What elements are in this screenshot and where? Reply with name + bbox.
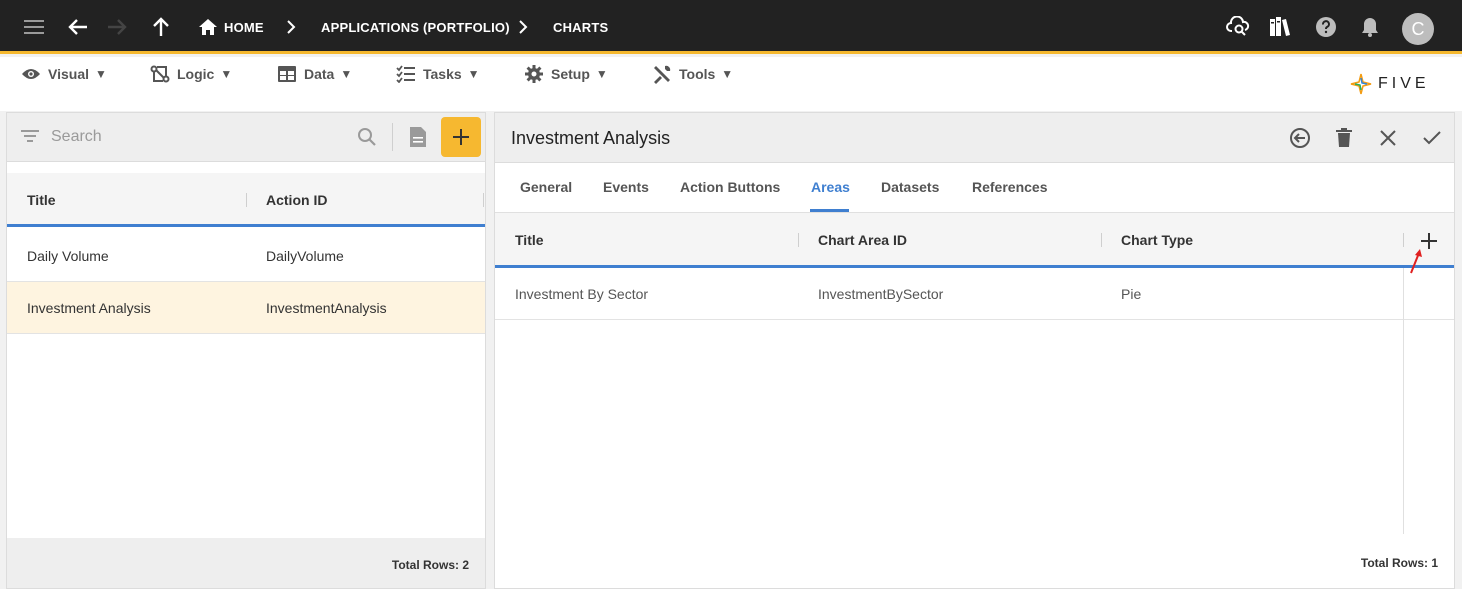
caret-down-icon: ▼ (95, 67, 107, 81)
save-check-icon[interactable] (1420, 126, 1444, 150)
column-divider[interactable] (483, 193, 484, 207)
breadcrumb-applications[interactable]: APPLICATIONS (PORTFOLIO) (321, 20, 510, 35)
five-logo: FIVE (1350, 73, 1430, 95)
menu-bar: Visual ▼ Logic ▼ Data ▼ Tasks ▼ Setup ▼ … (0, 57, 1462, 111)
caret-down-icon: ▼ (467, 67, 480, 81)
five-logo-mark (1350, 73, 1372, 95)
total-rows: Total Rows: 1 (1360, 556, 1438, 570)
menu-logic-label: Logic (177, 66, 215, 82)
column-divider[interactable] (798, 233, 799, 247)
caret-down-icon: ▼ (220, 67, 233, 81)
forward-arrow-icon[interactable] (105, 15, 129, 39)
logo-text: FIVE (1378, 75, 1430, 92)
avatar[interactable]: C (1402, 13, 1434, 45)
help-icon[interactable] (1314, 15, 1338, 39)
column-header-chart-area-id[interactable]: Chart Area ID (818, 232, 907, 248)
page-title: Investment Analysis (511, 128, 671, 148)
caret-down-icon: ▼ (340, 67, 353, 81)
checklist-icon (396, 65, 415, 83)
menu-tasks[interactable]: Tasks ▼ (396, 63, 480, 85)
menu-icon[interactable] (22, 15, 46, 39)
column-header-title[interactable]: Title (515, 232, 544, 248)
menu-visual[interactable]: Visual ▼ (21, 63, 107, 85)
back-arrow-icon[interactable] (66, 15, 90, 39)
menu-setup-label: Setup (551, 66, 590, 82)
cell-chart-area-id: InvestmentBySector (818, 286, 944, 302)
breadcrumb-charts[interactable]: CHARTS (553, 20, 608, 35)
menu-visual-label: Visual (48, 66, 89, 82)
chevron-right-icon (279, 15, 303, 39)
chevron-right-icon (511, 15, 535, 39)
column-header-title[interactable]: Title (27, 192, 56, 208)
revert-icon[interactable] (1288, 126, 1312, 150)
column-divider[interactable] (1403, 233, 1404, 247)
areas-grid-header: Title Chart Area ID Chart Type (495, 213, 1454, 274)
tab-general[interactable]: General (520, 179, 572, 195)
cell-title: Daily Volume (27, 248, 109, 264)
tab-references[interactable]: References (972, 179, 1048, 195)
left-list-panel: Title Action ID Daily Volume DailyVolume… (6, 112, 486, 589)
detail-header: Investment Analysis (495, 113, 1454, 163)
search-bar (7, 113, 485, 162)
bell-icon[interactable] (1358, 15, 1382, 39)
library-icon[interactable] (1268, 15, 1292, 39)
menu-data-label: Data (304, 66, 335, 82)
column-divider[interactable] (1101, 233, 1102, 247)
caret-down-icon: ▼ (721, 67, 734, 81)
search-icon[interactable] (357, 127, 377, 152)
tools-icon (654, 65, 671, 84)
gear-icon (525, 65, 543, 83)
tab-datasets[interactable]: Datasets (881, 179, 939, 195)
breadcrumb-home[interactable]: HOME (224, 20, 264, 35)
list-footer: Total Rows: 2 (7, 538, 485, 588)
logic-icon (150, 65, 170, 83)
cell-title: Investment Analysis (27, 300, 151, 316)
areas-footer: Total Rows: 1 (495, 538, 1454, 588)
caret-down-icon: ▼ (595, 67, 608, 81)
tab-bar: General Events Action Buttons Areas Data… (495, 163, 1454, 213)
document-icon[interactable] (407, 125, 429, 149)
search-input[interactable] (51, 126, 341, 148)
menu-tasks-label: Tasks (423, 66, 462, 82)
cell-title: Investment By Sector (515, 286, 649, 302)
table-row-selected[interactable]: Investment Analysis InvestmentAnalysis (7, 282, 485, 334)
divider (392, 123, 393, 151)
column-divider (1403, 268, 1404, 534)
filter-icon[interactable] (21, 129, 39, 148)
column-header-action-id[interactable]: Action ID (266, 192, 327, 208)
cell-action-id: InvestmentAnalysis (266, 300, 387, 316)
home-icon[interactable] (196, 15, 220, 39)
menu-logic[interactable]: Logic ▼ (150, 63, 232, 85)
column-divider[interactable] (246, 193, 247, 207)
total-rows: Total Rows: 2 (391, 558, 469, 572)
cloud-search-icon[interactable] (1226, 15, 1250, 39)
menu-tools-label: Tools (679, 66, 716, 82)
detail-panel: Investment Analysis General Events Actio… (494, 112, 1455, 589)
tab-events[interactable]: Events (603, 179, 649, 195)
active-tab-indicator (810, 209, 849, 212)
menu-data[interactable]: Data ▼ (277, 63, 352, 85)
table-icon (278, 66, 296, 82)
table-row[interactable]: Investment By Sector InvestmentBySector … (495, 268, 1454, 320)
menu-tools[interactable]: Tools ▼ (652, 63, 733, 85)
top-bar: HOME APPLICATIONS (PORTFOLIO) CHARTS C (0, 0, 1462, 54)
cell-action-id: DailyVolume (266, 248, 344, 264)
add-button[interactable] (441, 117, 481, 157)
close-icon[interactable] (1376, 126, 1400, 150)
add-row-plus-icon[interactable] (1421, 233, 1437, 254)
delete-icon[interactable] (1332, 126, 1356, 150)
eye-icon (22, 69, 40, 79)
plus-icon (453, 129, 469, 145)
tab-areas[interactable]: Areas (811, 179, 850, 195)
cell-chart-type: Pie (1121, 286, 1142, 302)
column-header-chart-type[interactable]: Chart Type (1121, 232, 1193, 248)
list-header: Title Action ID (7, 173, 485, 227)
up-arrow-icon[interactable] (149, 15, 173, 39)
menu-setup[interactable]: Setup ▼ (524, 63, 608, 85)
table-row[interactable]: Daily Volume DailyVolume (7, 230, 485, 282)
tab-action-buttons[interactable]: Action Buttons (680, 179, 780, 195)
